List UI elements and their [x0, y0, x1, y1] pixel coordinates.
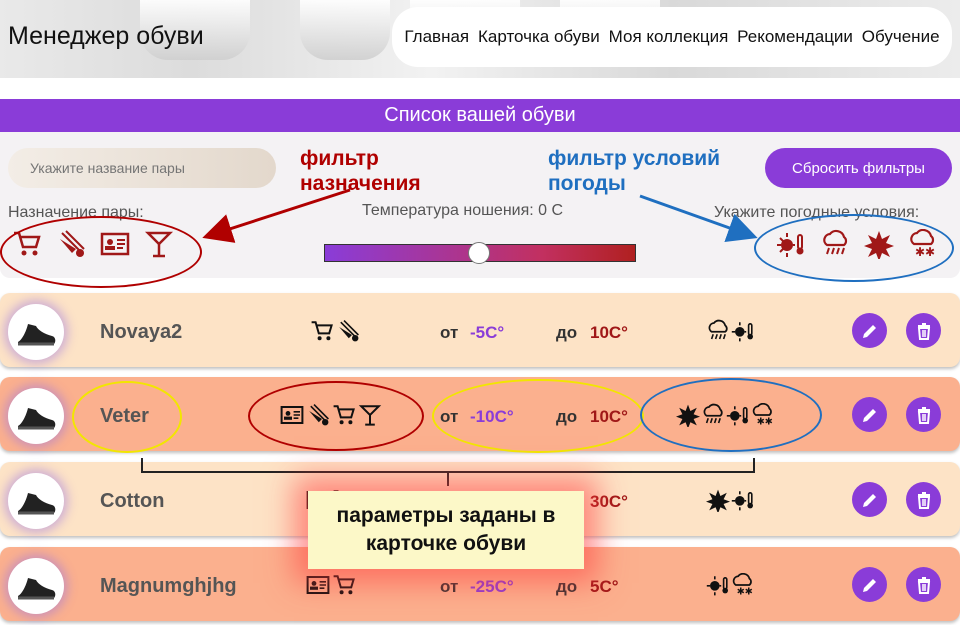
delete-button[interactable]: [906, 482, 941, 517]
from-label: от: [440, 577, 459, 596]
purpose-filter-annotation: фильтр назначения: [300, 147, 421, 195]
weather-row-ellipse: [640, 378, 822, 452]
shoe-row[interactable]: Novaya2 от -5C° до 10C°: [0, 293, 960, 367]
shoe-weather-icons: [706, 319, 755, 343]
to-label: до: [556, 323, 578, 342]
min-temperature: -5C°: [470, 323, 505, 342]
splash-icon: [706, 488, 730, 514]
shoe-avatar: [8, 473, 64, 529]
min-temperature: -25C°: [470, 577, 514, 596]
header-shoe-image: [300, 0, 390, 60]
shoe-avatar: [8, 304, 64, 360]
trash-icon: [917, 406, 930, 424]
delete-button[interactable]: [906, 313, 941, 348]
pencil-icon: [862, 493, 876, 507]
trash-icon: [917, 322, 930, 340]
edit-button[interactable]: [852, 567, 887, 602]
purpose-row-ellipse: [248, 381, 424, 451]
to-label: до: [556, 577, 578, 596]
trash-icon: [917, 576, 930, 594]
shoe-weather-icons: [706, 488, 755, 514]
max-temperature: 30C°: [590, 492, 628, 511]
max-temperature: 10C°: [590, 323, 628, 342]
nav-home[interactable]: Главная: [404, 27, 469, 47]
reset-filters-button[interactable]: Сбросить фильтры: [765, 148, 952, 188]
trash-icon: [917, 491, 930, 509]
temperature-ellipse: [432, 379, 644, 453]
panel-title: Список вашей обуви: [0, 99, 960, 132]
shoe-name: Cotton: [100, 490, 165, 512]
edit-button[interactable]: [852, 313, 887, 348]
delete-button[interactable]: [906, 397, 941, 432]
shoe-purpose-icons: [310, 319, 360, 343]
header: Менеджер обуви Главная Карточка обуви Мо…: [0, 0, 960, 78]
pencil-icon: [862, 324, 876, 338]
shoe-purpose-icons: [306, 573, 356, 597]
cart-icon: [310, 319, 334, 343]
id-card-icon: [306, 573, 330, 597]
svg-text:✱✱: ✱✱: [737, 587, 753, 597]
sun-thermometer-icon: [706, 573, 730, 597]
nav-learning[interactable]: Обучение: [862, 27, 940, 47]
temperature-label: Температура ношения: 0 С: [362, 202, 564, 219]
edit-button[interactable]: [852, 397, 887, 432]
from-label: от: [440, 323, 459, 342]
nav-my-collection[interactable]: Моя коллекция: [609, 27, 729, 47]
shoe-name: Novaya2: [100, 321, 183, 343]
delete-button[interactable]: [906, 567, 941, 602]
max-temperature: 5C°: [590, 577, 619, 596]
shoe-weather-icons: ✱✱: [706, 572, 755, 598]
purpose-filter-ellipse: [0, 216, 202, 288]
sun-thermometer-icon: [731, 319, 755, 343]
snow-icon: ✱✱: [731, 572, 755, 598]
callout: параметры заданы в карточке обуви: [308, 491, 584, 569]
sun-thermometer-icon: [731, 488, 755, 512]
name-ellipse: [72, 381, 182, 453]
shoe-avatar: [8, 388, 64, 444]
shuttlecock-icon: [336, 319, 360, 343]
nav-shoe-card[interactable]: Карточка обуви: [478, 27, 600, 47]
cart-icon: [332, 573, 356, 597]
nav-recommendations[interactable]: Рекомендации: [737, 27, 853, 47]
shoe-name: Magnumghjhg: [100, 575, 237, 597]
pencil-icon: [862, 578, 876, 592]
weather-filter-annotation: фильтр условий погоды: [548, 147, 721, 195]
rain-icon: [706, 319, 730, 343]
app-title: Менеджер обуви: [8, 22, 204, 50]
pencil-icon: [862, 408, 876, 422]
shoe-avatar: [8, 558, 64, 614]
weather-filter-ellipse: [754, 214, 954, 282]
temperature-slider-thumb[interactable]: [468, 242, 490, 264]
main-nav: Главная Карточка обуви Моя коллекция Рек…: [392, 7, 952, 67]
search-input[interactable]: [8, 148, 276, 188]
edit-button[interactable]: [852, 482, 887, 517]
